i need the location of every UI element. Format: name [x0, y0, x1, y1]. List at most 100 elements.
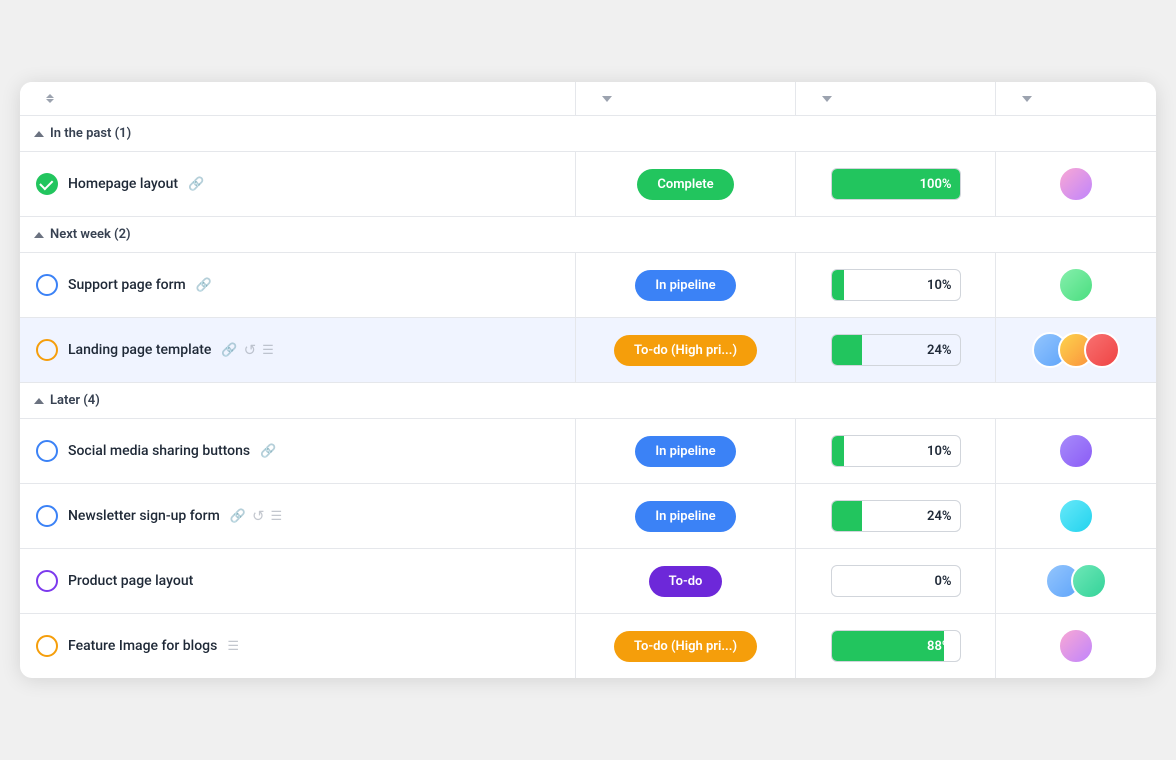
avatar-group	[1058, 433, 1094, 469]
table-row[interactable]: Social media sharing buttons In pipeline…	[20, 419, 1156, 484]
status-circle[interactable]	[36, 339, 58, 361]
progress-bar: 10%	[831, 435, 961, 467]
task-name-cell: Social media sharing buttons	[20, 419, 576, 483]
group-header-0[interactable]: In the past (1)	[20, 116, 1156, 152]
chevron-down-icon	[1022, 96, 1032, 102]
progress-label: 88%	[832, 639, 960, 654]
avatar-cell	[996, 318, 1156, 382]
link-icon	[221, 342, 237, 358]
stage-cell: In pipeline	[576, 419, 796, 483]
task-name-cell: Homepage layout	[20, 152, 576, 216]
status-circle[interactable]	[36, 505, 58, 527]
avatar-group	[1058, 498, 1094, 534]
list-icon	[262, 342, 274, 358]
task-name: Feature Image for blogs	[68, 638, 217, 654]
progress-bar: 88%	[831, 630, 961, 662]
avatar	[1058, 433, 1094, 469]
chevron-down-icon	[602, 96, 612, 102]
status-circle[interactable]	[36, 570, 58, 592]
progress-bar: 24%	[831, 334, 961, 366]
avatar-group	[1058, 166, 1094, 202]
task-icons	[260, 443, 276, 459]
avatar-group	[1032, 332, 1120, 368]
task-name: Product page layout	[68, 573, 193, 589]
progress-label: 24%	[832, 343, 960, 358]
group-label: Later (4)	[50, 393, 100, 408]
sort-icon	[46, 94, 54, 103]
progress-cell: 10%	[796, 253, 996, 317]
avatar-cell	[996, 253, 1156, 317]
task-name: Social media sharing buttons	[68, 443, 250, 459]
group-label: Next week (2)	[50, 227, 131, 242]
status-circle[interactable]	[36, 635, 58, 657]
task-icons	[196, 277, 212, 293]
task-icons	[227, 638, 239, 654]
table-row[interactable]: Product page layout To-do 0%	[20, 549, 1156, 614]
stage-cell: In pipeline	[576, 484, 796, 548]
link-icon	[188, 176, 204, 192]
table-row[interactable]: Landing page template To-do (High pri...…	[20, 318, 1156, 383]
stage-badge[interactable]: In pipeline	[635, 270, 735, 301]
avatar-cell	[996, 484, 1156, 548]
avatar	[1084, 332, 1120, 368]
task-name-cell: Support page form	[20, 253, 576, 317]
group-label: In the past (1)	[50, 126, 131, 141]
stage-badge[interactable]: In pipeline	[635, 436, 735, 467]
header-progress[interactable]	[796, 82, 996, 115]
table-row[interactable]: Homepage layout Complete 100%	[20, 152, 1156, 217]
task-name: Newsletter sign-up form	[68, 508, 220, 524]
progress-cell: 24%	[796, 484, 996, 548]
progress-bar: 0%	[831, 565, 961, 597]
group-chevron-icon	[34, 232, 44, 238]
task-icons	[230, 507, 282, 525]
task-icons	[188, 176, 204, 192]
avatar	[1058, 267, 1094, 303]
stage-badge[interactable]: To-do	[649, 566, 723, 597]
stage-cell: To-do (High pri...)	[576, 614, 796, 678]
progress-bar: 24%	[831, 500, 961, 532]
avatar-group	[1045, 563, 1107, 599]
progress-label: 0%	[832, 574, 960, 589]
status-circle[interactable]	[36, 274, 58, 296]
task-name: Support page form	[68, 277, 186, 293]
group-chevron-icon	[34, 131, 44, 137]
task-name: Homepage layout	[68, 176, 178, 192]
header-stage[interactable]	[576, 82, 796, 115]
stage-badge[interactable]: To-do (High pri...)	[614, 335, 757, 366]
avatar-cell	[996, 152, 1156, 216]
stage-badge[interactable]: In pipeline	[635, 501, 735, 532]
progress-cell: 100%	[796, 152, 996, 216]
table-row[interactable]: Feature Image for blogs To-do (High pri.…	[20, 614, 1156, 678]
status-circle[interactable]	[36, 440, 58, 462]
group-header-2[interactable]: Later (4)	[20, 383, 1156, 419]
avatar	[1058, 166, 1094, 202]
link-icon	[260, 443, 276, 459]
progress-label: 10%	[832, 444, 960, 459]
task-name-cell: Newsletter sign-up form	[20, 484, 576, 548]
stage-badge[interactable]: Complete	[637, 169, 733, 200]
avatar-cell	[996, 614, 1156, 678]
avatar-cell	[996, 549, 1156, 613]
progress-label: 24%	[832, 509, 960, 524]
status-circle[interactable]	[36, 173, 58, 195]
repeat-icon	[252, 507, 265, 525]
stage-badge[interactable]: To-do (High pri...)	[614, 631, 757, 662]
avatar-group	[1058, 628, 1094, 664]
repeat-icon	[244, 341, 257, 359]
link-icon	[196, 277, 212, 293]
table-row[interactable]: Support page form In pipeline 10%	[20, 253, 1156, 318]
header-task-title[interactable]	[20, 82, 576, 115]
progress-cell: 24%	[796, 318, 996, 382]
header-assigned[interactable]	[996, 82, 1156, 115]
avatar-group	[1058, 267, 1094, 303]
task-name: Landing page template	[68, 342, 211, 358]
stage-cell: Complete	[576, 152, 796, 216]
group-header-1[interactable]: Next week (2)	[20, 217, 1156, 253]
stage-cell: To-do (High pri...)	[576, 318, 796, 382]
task-table: In the past (1) Homepage layout Complete…	[20, 82, 1156, 678]
chevron-down-icon	[822, 96, 832, 102]
avatar	[1058, 498, 1094, 534]
table-row[interactable]: Newsletter sign-up form In pipeline 24%	[20, 484, 1156, 549]
task-name-cell: Feature Image for blogs	[20, 614, 576, 678]
progress-cell: 10%	[796, 419, 996, 483]
